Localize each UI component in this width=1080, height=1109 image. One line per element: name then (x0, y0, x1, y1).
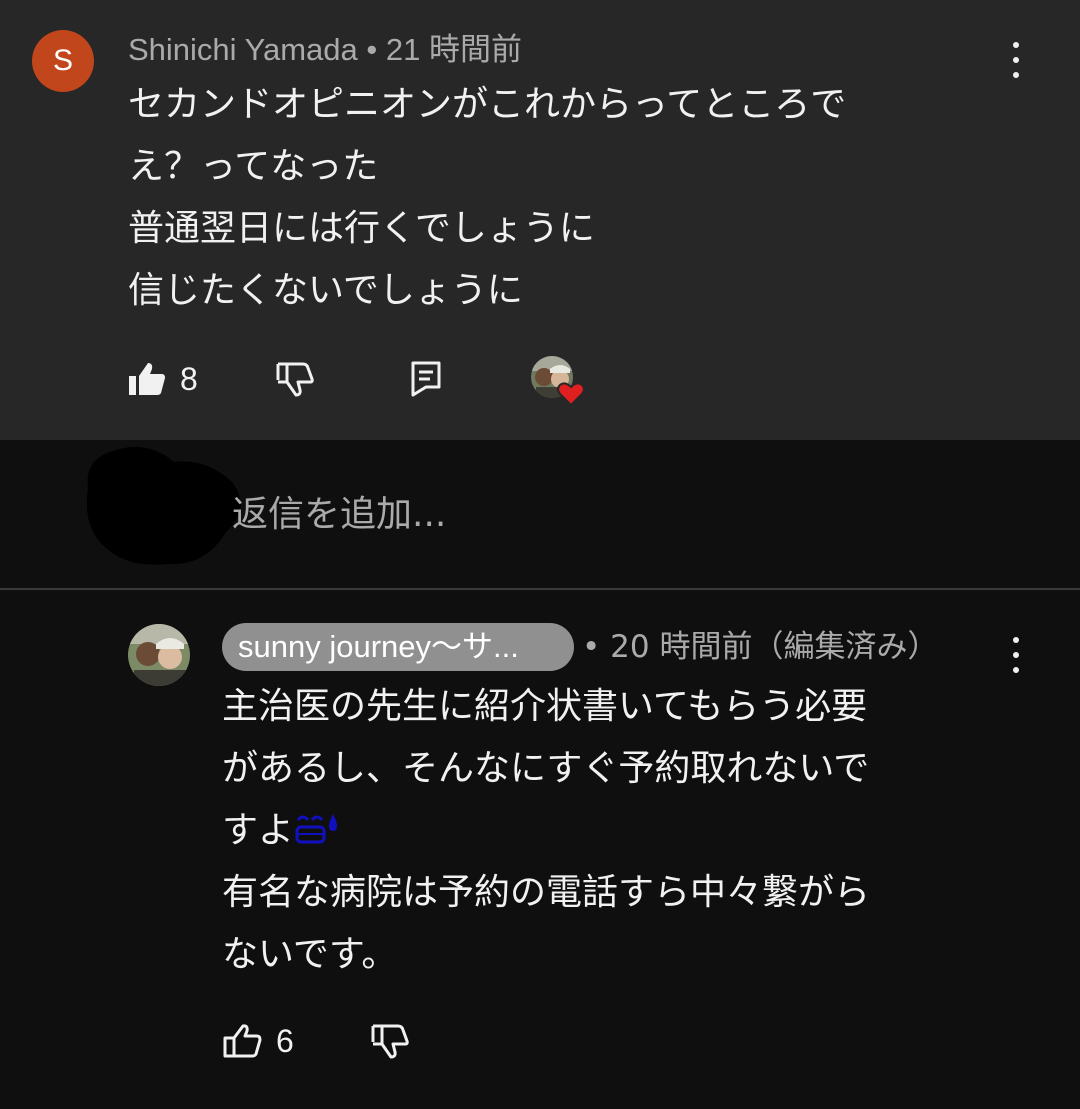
author-name[interactable]: Shinichi Yamada (128, 32, 358, 67)
like-button[interactable]: 8 (128, 354, 198, 404)
timestamp[interactable]: 21 時間前 (386, 32, 522, 67)
meta-separator: • (366, 32, 378, 67)
dislike-button[interactable] (370, 1016, 410, 1066)
thumbs-up-filled-icon (129, 363, 165, 395)
comment-line: え？ってなった (128, 146, 379, 187)
author-name-chip[interactable]: sunny journey〜サ... (222, 623, 574, 671)
like-button[interactable]: 6 (222, 1016, 294, 1066)
comment-line: すよ (222, 800, 870, 862)
more-vert-icon[interactable] (1011, 637, 1021, 673)
reply-meta: • 20 時間前（編集済み） (582, 629, 939, 665)
reply-text: 主治医の先生に紹介状書いてもらう必要 があるし、そんなにすぐ予約取れないで すよ… (222, 676, 870, 986)
avatar[interactable]: S (32, 30, 94, 92)
more-vert-icon[interactable] (1011, 42, 1021, 78)
like-count: 6 (276, 1022, 294, 1059)
avatar[interactable] (128, 624, 190, 686)
comment-text: セカンドオピニオンがこれからってところで え？ってなった 普通翌日には行くでしょ… (128, 74, 846, 322)
thumbs-down-icon (371, 1024, 409, 1059)
reply-comment-icon (411, 361, 441, 397)
comment-line: があるし、そんなにすぐ予約取れないで (222, 748, 870, 789)
creator-heart-icon (531, 356, 585, 407)
divider (0, 588, 1080, 590)
comment-line: 主治医の先生に紹介状書いてもらう必要 (222, 686, 868, 727)
comment-line: 普通翌日には行くでしょうに (128, 208, 595, 249)
comment-line: 信じたくないでしょうに (128, 270, 523, 311)
dislike-button[interactable] (275, 354, 315, 404)
redacted-avatar-scribble (86, 446, 241, 565)
thumbs-up-outline-icon (223, 1024, 262, 1058)
comment-line: 有名な病院は予約の電話すら中々繋がら (222, 872, 871, 913)
sweat-smile-emoji (295, 814, 338, 844)
reply-button[interactable] (410, 354, 442, 404)
comment-line: ないです。 (222, 934, 398, 975)
comment-line: セカンドオピニオンがこれからってところで (128, 84, 847, 125)
thumbs-down-icon (276, 362, 314, 397)
comment-meta: Shinichi Yamada • 21 時間前 (128, 30, 522, 70)
top-comment: S Shinichi Yamada • 21 時間前 セカンドオピニオンがこれか… (0, 0, 1080, 440)
add-reply-input[interactable]: 返信を追加... (232, 490, 446, 540)
like-count: 8 (180, 360, 198, 397)
